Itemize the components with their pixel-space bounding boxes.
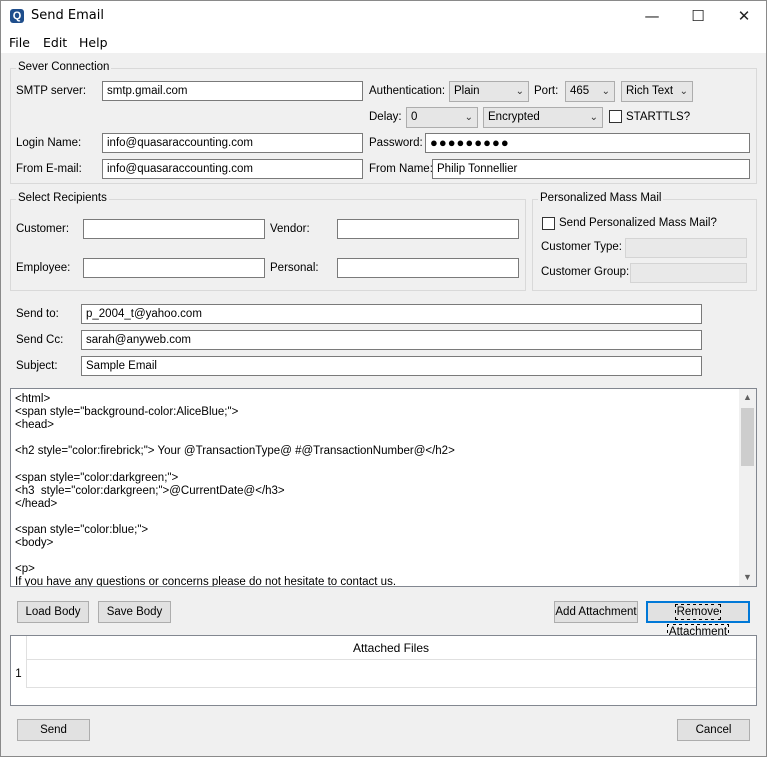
send-to-input[interactable]: p_2004_t@yahoo.com <box>81 304 702 324</box>
save-body-button[interactable]: Save Body <box>98 601 171 623</box>
remove-attachment-button[interactable]: Remove Attachment <box>646 601 750 640</box>
smtp-server-input[interactable]: smtp.gmail.com <box>102 81 363 101</box>
subject-input[interactable]: Sample Email <box>81 356 702 376</box>
menu-help[interactable]: Help <box>79 35 108 50</box>
attached-files-table[interactable]: Attached Files 1 <box>10 635 757 706</box>
from-name-label: From Name: <box>369 163 433 175</box>
send-cc-input[interactable]: sarah@anyweb.com <box>81 330 702 350</box>
attached-files-header: Attached Files <box>26 636 756 660</box>
body-line: </head> <box>15 497 58 510</box>
body-line <box>15 458 738 471</box>
subject-label: Subject: <box>16 360 58 372</box>
customer-type-input <box>625 238 747 258</box>
body-text[interactable]: <html> <span style="background-color:Alic… <box>15 393 738 587</box>
send-cc-label: Send Cc: <box>16 334 64 346</box>
body-line: <h2 style="color:firebrick;"> Your @Tran… <box>15 445 455 458</box>
body-line: <span style="background-color:AliceBlue;… <box>15 406 239 419</box>
body-line: <span style="color:darkgreen;"> <box>15 471 179 484</box>
body-line: <p> <box>15 563 35 576</box>
menu-bar: File Edit Help <box>1 31 766 53</box>
load-body-button[interactable]: Load Body <box>17 601 89 623</box>
chevron-down-icon: ⌄ <box>515 86 524 97</box>
add-attachment-button[interactable]: Add Attachment <box>554 601 638 623</box>
scroll-up-icon[interactable]: ▲ <box>739 389 756 406</box>
scrollbar-thumb[interactable] <box>741 408 754 466</box>
port-select[interactable]: 465 ⌄ <box>565 81 615 102</box>
password-label: Password: <box>369 137 423 149</box>
login-name-label: Login Name: <box>16 137 82 149</box>
format-value: Rich Text <box>626 85 674 97</box>
personal-label: Personal: <box>270 262 319 274</box>
minimize-button[interactable]: — <box>629 1 675 31</box>
customer-input[interactable] <box>83 219 265 239</box>
body-line: <span style="color:blue;"> <box>15 523 149 536</box>
login-name-input[interactable]: info@quasaraccounting.com <box>102 133 363 153</box>
mass-mail-title: Personalized Mass Mail <box>538 192 664 204</box>
customer-type-label: Customer Type: <box>541 241 622 253</box>
cancel-button[interactable]: Cancel <box>677 719 750 741</box>
window-title: Send Email <box>31 8 104 23</box>
scroll-down-icon[interactable]: ▼ <box>739 569 756 586</box>
menu-edit[interactable]: Edit <box>43 35 67 50</box>
title-bar: Q Send Email — ☐ ✕ <box>1 1 766 31</box>
employee-input[interactable] <box>83 258 265 278</box>
body-scrollbar[interactable]: ▲ ▼ <box>739 389 756 586</box>
password-input[interactable]: ●●●●●●●●● <box>425 133 750 153</box>
delay-label: Delay: <box>369 111 402 123</box>
server-connection-title: Sever Connection <box>16 61 112 73</box>
port-label: Port: <box>534 85 559 97</box>
body-line: <html> <box>15 393 51 405</box>
customer-label: Customer: <box>16 223 70 235</box>
body-line <box>15 511 738 524</box>
authentication-value: Plain <box>454 85 480 97</box>
delay-value: 0 <box>411 111 418 123</box>
app-logo-icon: Q <box>10 9 24 23</box>
send-button[interactable]: Send <box>17 719 90 741</box>
chevron-down-icon: ⌄ <box>601 86 610 97</box>
customer-group-input <box>630 263 747 283</box>
select-recipients-title: Select Recipients <box>16 192 109 204</box>
menu-file[interactable]: File <box>9 35 30 50</box>
body-line: If you have any questions or concerns pl… <box>15 576 397 587</box>
body-line <box>15 550 738 563</box>
encryption-select[interactable]: Encrypted ⌄ <box>483 107 603 128</box>
authentication-label: Authentication: <box>369 85 446 97</box>
send-mass-mail-checkbox[interactable] <box>542 217 555 230</box>
body-line: <h3 style="color:darkgreen;">@CurrentDat… <box>15 484 285 497</box>
delay-select[interactable]: 0 ⌄ <box>406 107 478 128</box>
personal-input[interactable] <box>337 258 519 278</box>
table-row[interactable] <box>26 660 756 688</box>
from-name-input[interactable]: Philip Tonnellier <box>432 159 750 179</box>
port-value: 465 <box>570 85 590 97</box>
maximize-button[interactable]: ☐ <box>675 1 721 31</box>
body-line: <head> <box>15 419 55 432</box>
close-button[interactable]: ✕ <box>721 1 767 31</box>
smtp-label: SMTP server: <box>16 85 87 97</box>
format-select[interactable]: Rich Text ⌄ <box>621 81 693 102</box>
chevron-down-icon: ⌄ <box>589 112 598 123</box>
from-email-input[interactable]: info@quasaraccounting.com <box>102 159 363 179</box>
employee-label: Employee: <box>16 262 71 274</box>
starttls-checkbox[interactable] <box>609 110 622 123</box>
body-line <box>15 432 738 445</box>
encryption-value: Encrypted <box>488 111 540 123</box>
remove-attachment-label: Remove Attachment <box>666 604 730 640</box>
body-editor[interactable]: <html> <span style="background-color:Alic… <box>10 388 757 587</box>
send-mass-mail-label: Send Personalized Mass Mail? <box>559 217 717 229</box>
vendor-input[interactable] <box>337 219 519 239</box>
send-to-label: Send to: <box>16 308 59 320</box>
customer-group-label: Customer Group: <box>541 266 630 278</box>
authentication-select[interactable]: Plain ⌄ <box>449 81 529 102</box>
starttls-label: STARTTLS? <box>626 111 691 123</box>
chevron-down-icon: ⌄ <box>464 112 473 123</box>
body-line: <body> <box>15 537 54 550</box>
chevron-down-icon: ⌄ <box>679 86 688 97</box>
from-email-label: From E-mail: <box>16 163 82 175</box>
table-row-number: 1 <box>15 668 22 680</box>
vendor-label: Vendor: <box>270 223 310 235</box>
